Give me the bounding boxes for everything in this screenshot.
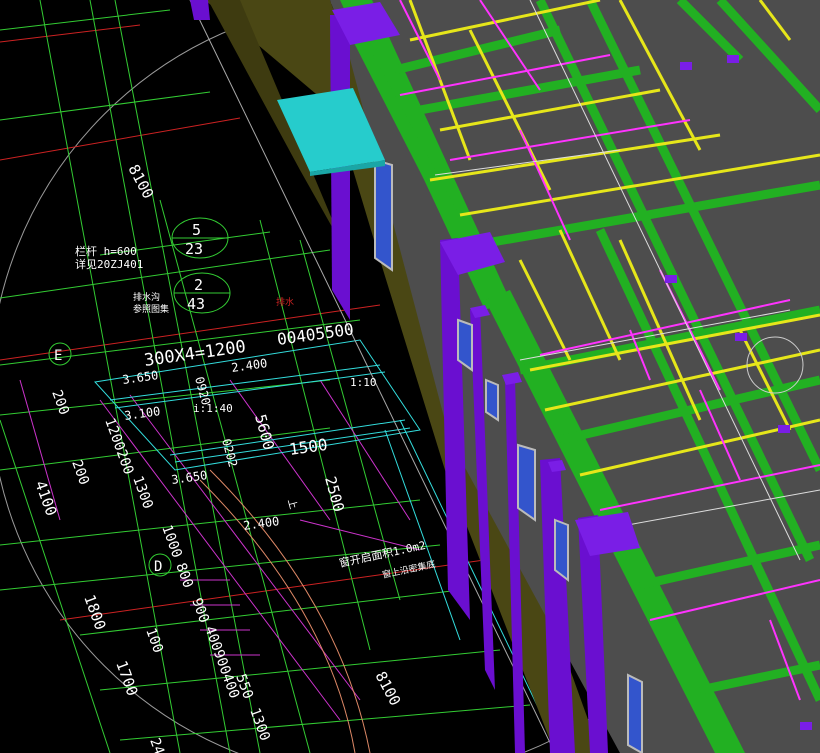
dim-200-a: 200	[48, 388, 72, 417]
dim-400900400: 400900400	[201, 624, 242, 701]
dim-24: 24	[146, 736, 167, 753]
svg-text:43: 43	[187, 295, 205, 313]
railing-label: 栏杆 h=600	[75, 244, 137, 258]
svg-text:5: 5	[192, 221, 201, 239]
drain-label-2: 参照图集	[133, 303, 169, 315]
svg-text:E: E	[54, 348, 62, 364]
drain-label-1: 排水沟	[133, 291, 160, 303]
arc-lines	[199, 469, 371, 753]
svg-text:2: 2	[194, 276, 203, 294]
svg-text:D: D	[154, 559, 162, 575]
dim-800: 800	[172, 561, 196, 590]
dim-4100: 4100	[31, 478, 60, 518]
slope-ratio: 1:10	[350, 376, 377, 389]
svg-text:23: 23	[185, 240, 203, 258]
detail-ref-label: 详见20ZJ401	[75, 257, 143, 271]
model-canvas[interactable]: 5 23 2 43 E D 8100 栏杆 h=600 详见20ZJ401 排水…	[0, 0, 820, 753]
stair-right-text: 00405500	[276, 319, 355, 349]
dim-1300-a: 1300	[129, 474, 156, 511]
red-note: 排水	[276, 296, 294, 308]
elevation-3650-b: 3.650	[170, 468, 208, 487]
dim-900: 900	[188, 596, 212, 625]
axis-bubble-d: D	[148, 553, 172, 577]
detail-bubble-2: 2 43	[173, 272, 231, 314]
detail-bubble-5: 5 23	[171, 217, 229, 259]
dim-1300-b: 1300	[246, 706, 273, 743]
slope-i140: i:1:40	[193, 402, 233, 415]
building-model-3d	[190, 0, 820, 753]
dim-1800: 1800	[80, 592, 109, 632]
dim-5600: 5600	[251, 412, 278, 452]
dim-0202: 0202	[219, 437, 240, 469]
axis-bubble-e: E	[48, 342, 72, 366]
dim-200-b: 200	[68, 458, 92, 487]
dim-8100-bottom: 8100	[371, 668, 404, 708]
dim-8100-top: 8100	[124, 161, 157, 201]
dim-100: 100	[142, 626, 166, 655]
stair-up-mark: 上	[285, 498, 299, 511]
elevation-3100: 3.100	[123, 404, 161, 423]
elevation-3650-a: 3.650	[121, 368, 159, 387]
dim-1500: 1500	[288, 435, 329, 459]
cad-viewport[interactable]: 5 23 2 43 E D 8100 栏杆 h=600 详见20ZJ401 排水…	[0, 0, 820, 753]
elevation-2400-a: 2.400	[230, 356, 268, 375]
dim-2500: 2500	[321, 474, 348, 514]
elevation-2400-b: 2.400	[242, 514, 280, 533]
dim-1200200: 1200200	[101, 416, 136, 477]
